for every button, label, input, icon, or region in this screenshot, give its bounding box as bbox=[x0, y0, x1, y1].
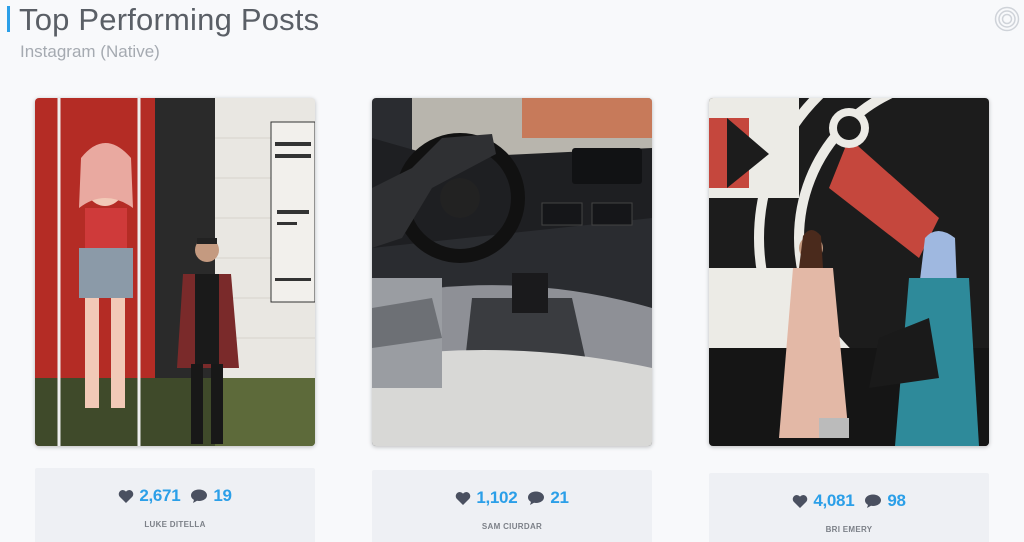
comments-count: 98 bbox=[887, 491, 906, 510]
title-accent-bar bbox=[7, 6, 10, 32]
stats-panel: 2,671 19 LUKE DITELLA bbox=[35, 468, 315, 542]
heart-icon bbox=[792, 494, 808, 509]
stats-row: 1,102 21 bbox=[372, 488, 652, 508]
post-image[interactable] bbox=[372, 98, 652, 446]
heart-icon bbox=[118, 489, 134, 504]
speech-bubble-icon bbox=[190, 488, 208, 504]
likes-count: 1,102 bbox=[476, 488, 518, 507]
likes-count: 4,081 bbox=[813, 491, 855, 510]
likes-stat: 2,671 bbox=[118, 486, 181, 506]
post-image[interactable] bbox=[35, 98, 315, 446]
stats-panel: 1,102 21 SAM CIURDAR bbox=[372, 470, 652, 542]
stats-row: 4,081 98 bbox=[709, 491, 989, 511]
author-name: SAM CIURDAR bbox=[481, 522, 543, 531]
comments-stat: 98 bbox=[864, 491, 906, 511]
comments-count: 19 bbox=[213, 486, 232, 505]
page-title: Top Performing Posts bbox=[19, 2, 320, 37]
comments-stat: 21 bbox=[527, 488, 569, 508]
speech-bubble-icon bbox=[864, 493, 882, 509]
likes-stat: 1,102 bbox=[455, 488, 518, 508]
post-image[interactable] bbox=[709, 98, 989, 446]
likes-stat: 4,081 bbox=[792, 491, 855, 511]
stats-panel: 4,081 98 BRI EMERY bbox=[709, 473, 989, 542]
comments-stat: 19 bbox=[190, 486, 232, 506]
page-subtitle: Instagram (Native) bbox=[20, 42, 160, 61]
stats-row: 2,671 19 bbox=[35, 486, 315, 506]
likes-count: 2,671 bbox=[139, 486, 181, 505]
author-name: LUKE DITELLA bbox=[144, 520, 206, 529]
speech-bubble-icon bbox=[527, 490, 545, 506]
target-icon[interactable] bbox=[994, 6, 1020, 32]
heart-icon bbox=[455, 491, 471, 506]
author-name: BRI EMERY bbox=[825, 525, 873, 534]
comments-count: 21 bbox=[550, 488, 569, 507]
